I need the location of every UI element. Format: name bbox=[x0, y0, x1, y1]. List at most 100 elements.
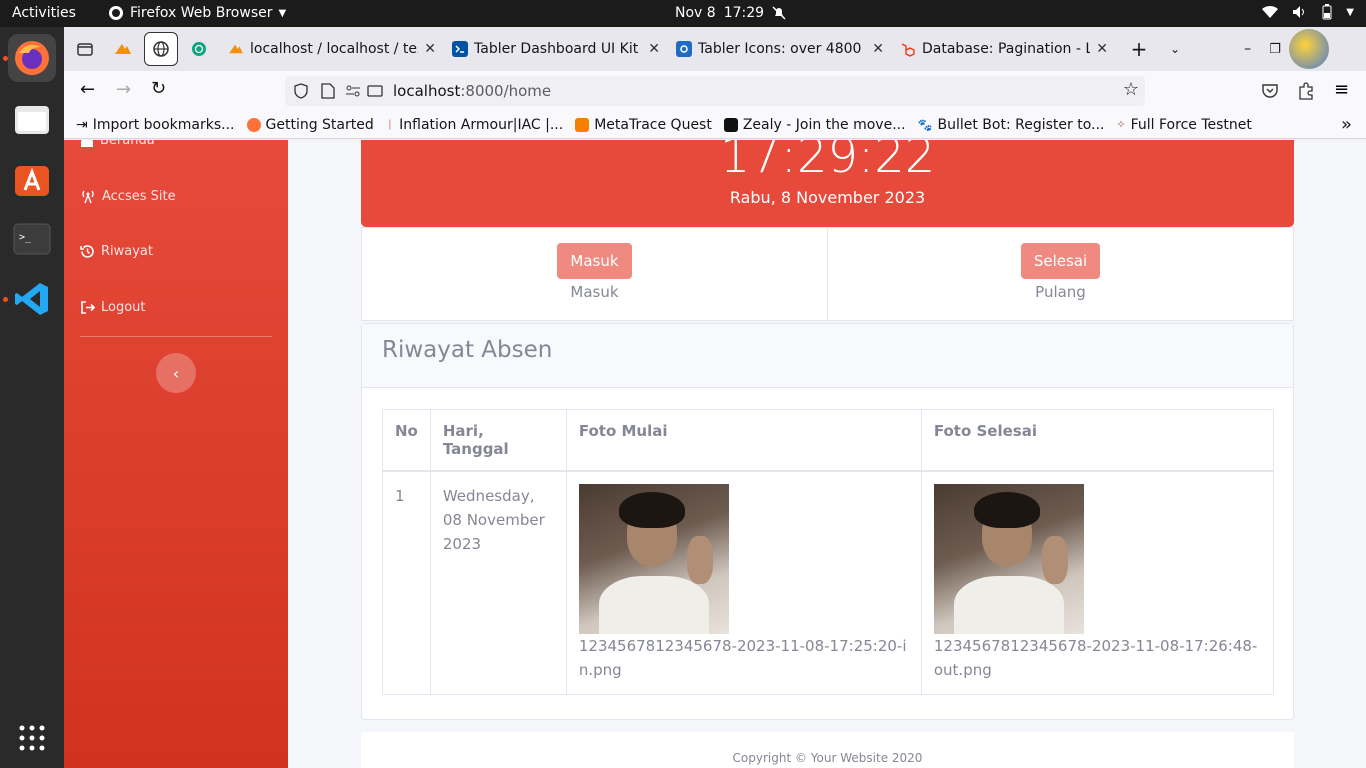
bookmark-label: Zealy - Join the move... bbox=[742, 116, 906, 133]
bookmark-full-force[interactable]: ✧ Full Force Testnet bbox=[1116, 117, 1251, 133]
firefox-view-icon bbox=[77, 43, 93, 56]
clock-time: 17:29 bbox=[723, 5, 765, 21]
show-apps-button[interactable] bbox=[8, 714, 56, 762]
laravel-icon bbox=[901, 43, 915, 57]
svg-text:>_: >_ bbox=[19, 232, 32, 243]
close-tab-icon[interactable]: ✕ bbox=[648, 41, 660, 57]
system-menu-arrow-icon: ▼ bbox=[1346, 6, 1354, 18]
tab-laravel-pagination[interactable]: Database: Pagination - La ✕ bbox=[892, 32, 1116, 66]
dock-vscode[interactable] bbox=[8, 275, 56, 323]
bookmark-metatrace[interactable]: MetaTrace Quest bbox=[575, 117, 712, 133]
extensions-icon[interactable] bbox=[1298, 82, 1314, 100]
row-number: 1 bbox=[382, 470, 431, 695]
bookmark-bullet-bot[interactable]: 🐾 Bullet Bot: Register to... bbox=[918, 117, 1105, 133]
tabler-icon bbox=[452, 41, 468, 57]
firefox-icon bbox=[109, 6, 123, 20]
close-tab-icon[interactable]: ✕ bbox=[424, 41, 436, 57]
tab-tabler-icons[interactable]: Tabler Icons: over 4800 ve ✕ bbox=[668, 32, 892, 66]
sidebar-item-label: Accses Site bbox=[102, 188, 176, 204]
firefox-icon bbox=[246, 117, 261, 132]
pocket-icon[interactable] bbox=[1262, 83, 1278, 99]
clock-date: Nov 8 bbox=[675, 5, 716, 21]
pulang-caption: Pulang bbox=[1035, 283, 1086, 301]
full-force-icon: ✧ bbox=[1116, 118, 1126, 131]
back-icon[interactable]: ← bbox=[80, 79, 95, 100]
tab-label: Database: Pagination - La bbox=[922, 41, 1091, 57]
pinned-tab-globe[interactable] bbox=[144, 32, 178, 66]
bookmark-import[interactable]: ⇥ Import bookmarks... bbox=[76, 117, 235, 133]
url-path: :8000/home bbox=[460, 82, 552, 100]
app-menu[interactable]: Firefox Web Browser ▼ bbox=[108, 5, 286, 21]
bookmark-zealy[interactable]: Zealy - Join the move... bbox=[723, 116, 906, 133]
list-tabs-icon[interactable]: ⌄ bbox=[1170, 42, 1180, 56]
wifi-icon bbox=[1262, 5, 1279, 19]
url-bar[interactable]: localhost:8000/home ☆ bbox=[285, 76, 1145, 106]
restore-window-icon[interactable]: ❐ bbox=[1269, 42, 1281, 57]
selesai-button[interactable]: Selesai bbox=[1020, 243, 1101, 279]
dock-firefox[interactable] bbox=[8, 34, 56, 82]
column-header: No bbox=[382, 409, 431, 472]
system-tray[interactable]: ▼ bbox=[1262, 4, 1354, 20]
menu-icon[interactable]: ≡ bbox=[1334, 79, 1349, 100]
tabler-icons-icon bbox=[676, 41, 692, 57]
dock-terminal[interactable]: >_ bbox=[8, 215, 56, 263]
sidebar-item-accses-site[interactable]: Accses Site bbox=[80, 188, 176, 204]
table-row: 1 Wednesday, 08 November 2023 1234567812… bbox=[382, 470, 1275, 695]
metatrace-icon bbox=[575, 117, 590, 132]
app-name: Firefox Web Browser bbox=[130, 5, 273, 21]
tab-bar: localhost / localhost / tes ✕ Tabler Das… bbox=[64, 27, 1366, 71]
dock-software[interactable] bbox=[8, 155, 56, 203]
photo-out-image[interactable] bbox=[933, 484, 1084, 634]
footer: Copyright © Your Website 2020 bbox=[361, 732, 1294, 768]
more-bookmarks-icon[interactable]: » bbox=[1341, 114, 1352, 135]
sidebar-item-riwayat[interactable]: Riwayat bbox=[80, 244, 153, 259]
clock-card: 17:29:22 Rabu, 8 November 2023 bbox=[361, 140, 1294, 227]
profile-mascot-icon bbox=[1288, 29, 1329, 69]
sidebar-item-beranda[interactable]: Beranda bbox=[80, 140, 155, 148]
row-date: Wednesday, 08 November 2023 bbox=[429, 470, 567, 695]
photo-in-filename: 1234567812345678-2023-11-08-17:25:20-in.… bbox=[578, 637, 907, 679]
dock-files[interactable] bbox=[8, 95, 56, 143]
sidebar-toggle-button[interactable]: ‹ bbox=[156, 353, 196, 393]
page-icon bbox=[321, 83, 335, 99]
bookmark-getting-started[interactable]: Getting Started bbox=[246, 117, 374, 133]
bookmark-star-icon[interactable]: ☆ bbox=[1123, 79, 1139, 100]
tab-phpmyadmin[interactable]: localhost / localhost / tes ✕ bbox=[220, 32, 444, 66]
sidebar: Beranda Accses Site Riwayat Logout ‹ bbox=[64, 140, 288, 768]
bookmark-inflation-armour[interactable]: ❘ Inflation Armour|IAC |... bbox=[386, 117, 563, 133]
column-header: Foto Mulai bbox=[565, 409, 922, 472]
firefox-icon bbox=[15, 41, 49, 75]
logout-icon bbox=[81, 301, 95, 314]
close-tab-icon[interactable]: ✕ bbox=[872, 41, 884, 57]
tab-icon bbox=[367, 85, 383, 97]
photo-in-cell: 1234567812345678-2023-11-08-17:25:20-in.… bbox=[565, 470, 922, 695]
reload-icon[interactable]: ↻ bbox=[151, 78, 166, 99]
clock[interactable]: Nov 8 17:29 bbox=[675, 5, 786, 21]
chatgpt-icon bbox=[192, 42, 206, 56]
activities-button[interactable]: Activities bbox=[12, 5, 76, 21]
check-out-column: Selesai Pulang bbox=[827, 228, 1293, 320]
zealy-icon bbox=[723, 117, 738, 132]
sidebar-item-logout[interactable]: Logout bbox=[80, 300, 146, 315]
new-tab-icon[interactable]: + bbox=[1124, 37, 1154, 61]
battery-icon bbox=[1322, 4, 1332, 20]
app-grid-icon bbox=[19, 725, 45, 751]
attendance-history-card: Riwayat Absen No Hari, Tanggal Foto Mula… bbox=[361, 323, 1294, 720]
vscode-icon bbox=[15, 283, 48, 315]
photo-in-image[interactable] bbox=[578, 484, 729, 634]
bookmark-label: Import bookmarks... bbox=[92, 116, 235, 133]
forward-icon[interactable]: → bbox=[116, 79, 131, 100]
pinned-tab-pma[interactable] bbox=[106, 32, 140, 66]
bookmark-label: Bullet Bot: Register to... bbox=[937, 116, 1105, 133]
minimize-window-icon[interactable]: – bbox=[1244, 41, 1251, 57]
tab-tabler-dashboard[interactable]: Tabler Dashboard UI Kit - ✕ bbox=[444, 32, 668, 66]
firefox-window: localhost / localhost / tes ✕ Tabler Das… bbox=[64, 27, 1366, 768]
bookmark-label: Inflation Armour|IAC |... bbox=[399, 116, 564, 133]
close-tab-icon[interactable]: ✕ bbox=[1096, 41, 1108, 57]
masuk-button[interactable]: Masuk bbox=[557, 243, 632, 279]
sidebar-item-label: Riwayat bbox=[101, 244, 153, 259]
pinned-tab-chatgpt[interactable] bbox=[182, 32, 216, 66]
firefox-view-button[interactable] bbox=[68, 32, 102, 66]
permissions-icon bbox=[346, 85, 360, 97]
shield-icon bbox=[294, 83, 308, 99]
